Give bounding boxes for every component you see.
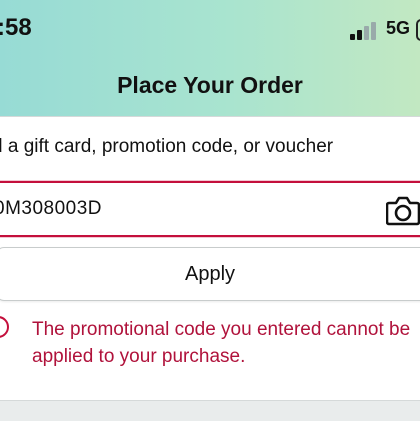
gift-card-label: d a gift card, promotion code, or vouche… [0, 136, 334, 157]
signal-icon [350, 18, 380, 40]
camera-icon[interactable] [386, 194, 420, 226]
apply-button-label[interactable]: Apply [0, 263, 420, 286]
header: :58 5G Place Your Order [0, 0, 420, 116]
page-title: Place Your Order [117, 72, 303, 98]
battery-icon [416, 19, 420, 41]
error-message: The promotional code you entered cannot … [32, 319, 411, 367]
status-time: :58 [0, 14, 32, 41]
promo-code-value[interactable]: 0M308003D [0, 198, 102, 220]
bottom-divider [0, 400, 420, 421]
network-label: 5G [386, 18, 411, 38]
